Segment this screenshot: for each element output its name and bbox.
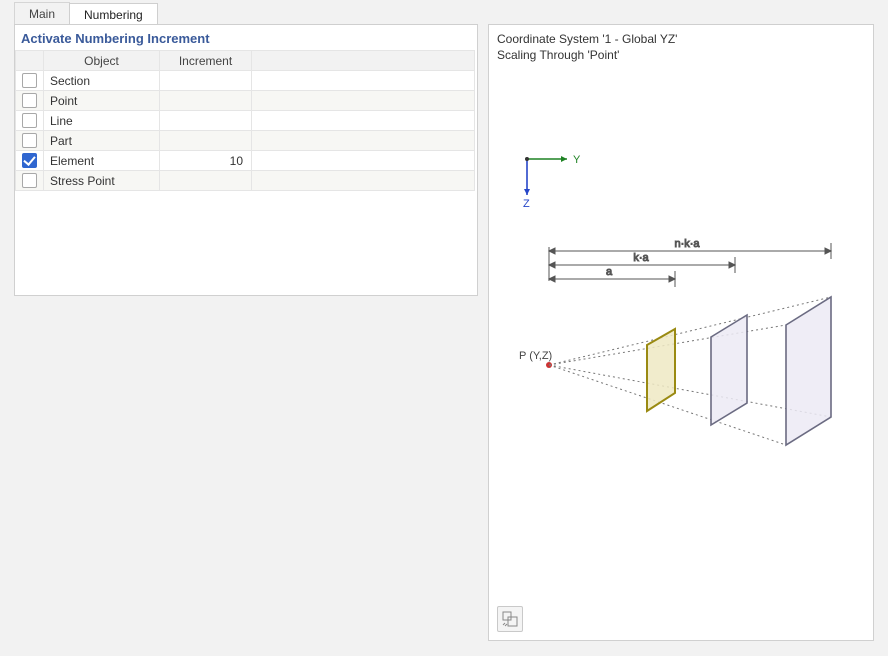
table-row: Element 10 [16, 151, 475, 171]
cell-increment[interactable] [160, 111, 252, 131]
point-label: P (Y,Z) [519, 350, 552, 362]
tab-main[interactable]: Main [14, 2, 70, 24]
cell-object[interactable]: Part [44, 131, 160, 151]
dim-nka: n·k·a [674, 238, 700, 250]
tabstrip: Main Numbering [14, 2, 157, 24]
dim-a: a [606, 266, 613, 278]
scaling-diagram: Y Z n·k·a [497, 115, 865, 475]
view-settings-icon [502, 611, 518, 627]
checkbox-point[interactable] [22, 93, 37, 108]
col-header-object: Object [44, 51, 160, 71]
table-row: Line [16, 111, 475, 131]
table-row: Point [16, 91, 475, 111]
cell-empty [252, 71, 475, 91]
table-row: Section [16, 71, 475, 91]
dim-ka: k·a [633, 252, 649, 264]
origin-point: P (Y,Z) [519, 350, 552, 368]
numbering-increment-panel: Activate Numbering Increment Object Incr… [14, 24, 478, 296]
cell-increment[interactable] [160, 131, 252, 151]
cell-object[interactable]: Stress Point [44, 171, 160, 191]
table-header-row: Object Increment [16, 51, 475, 71]
cell-increment[interactable]: 10 [160, 151, 252, 171]
cell-increment[interactable] [160, 71, 252, 91]
caption-line2: Scaling Through 'Point' [497, 47, 865, 63]
cell-object[interactable]: Element [44, 151, 160, 171]
cell-increment[interactable] [160, 91, 252, 111]
axes-icon: Y Z [523, 154, 581, 210]
dimension-lines: n·k·a k·a a [549, 238, 831, 287]
table-row: Stress Point [16, 171, 475, 191]
diagram-svg: Y Z n·k·a [497, 115, 865, 475]
checkbox-section[interactable] [22, 73, 37, 88]
preview-caption: Coordinate System '1 - Global YZ' Scalin… [489, 25, 873, 63]
numbering-table: Object Increment Section Point [15, 50, 475, 191]
numbering-tab-panel: Main Numbering Activate Numbering Increm… [0, 0, 888, 656]
cell-empty [252, 171, 475, 191]
tab-main-label: Main [29, 7, 55, 21]
panel-title: Activate Numbering Increment [15, 25, 477, 50]
cell-object[interactable]: Section [44, 71, 160, 91]
checkbox-line[interactable] [22, 113, 37, 128]
checkbox-part[interactable] [22, 133, 37, 148]
cell-increment[interactable] [160, 171, 252, 191]
col-header-empty [252, 51, 475, 71]
preview-panel: Coordinate System '1 - Global YZ' Scalin… [488, 24, 874, 641]
col-header-checkbox [16, 51, 44, 71]
cell-empty [252, 131, 475, 151]
shapes [647, 297, 831, 445]
axis-y-label: Y [573, 154, 581, 166]
cell-object[interactable]: Point [44, 91, 160, 111]
checkbox-element[interactable] [22, 153, 37, 168]
cell-empty [252, 91, 475, 111]
panels: Activate Numbering Increment Object Incr… [14, 24, 874, 642]
col-header-increment: Increment [160, 51, 252, 71]
tab-numbering-label: Numbering [84, 8, 143, 22]
tab-numbering[interactable]: Numbering [69, 3, 158, 25]
caption-line1: Coordinate System '1 - Global YZ' [497, 31, 865, 47]
cell-object[interactable]: Line [44, 111, 160, 131]
checkbox-stress-point[interactable] [22, 173, 37, 188]
cell-empty [252, 151, 475, 171]
view-settings-button[interactable] [497, 606, 523, 632]
table-row: Part [16, 131, 475, 151]
cell-empty [252, 111, 475, 131]
axis-z-label: Z [523, 198, 530, 210]
